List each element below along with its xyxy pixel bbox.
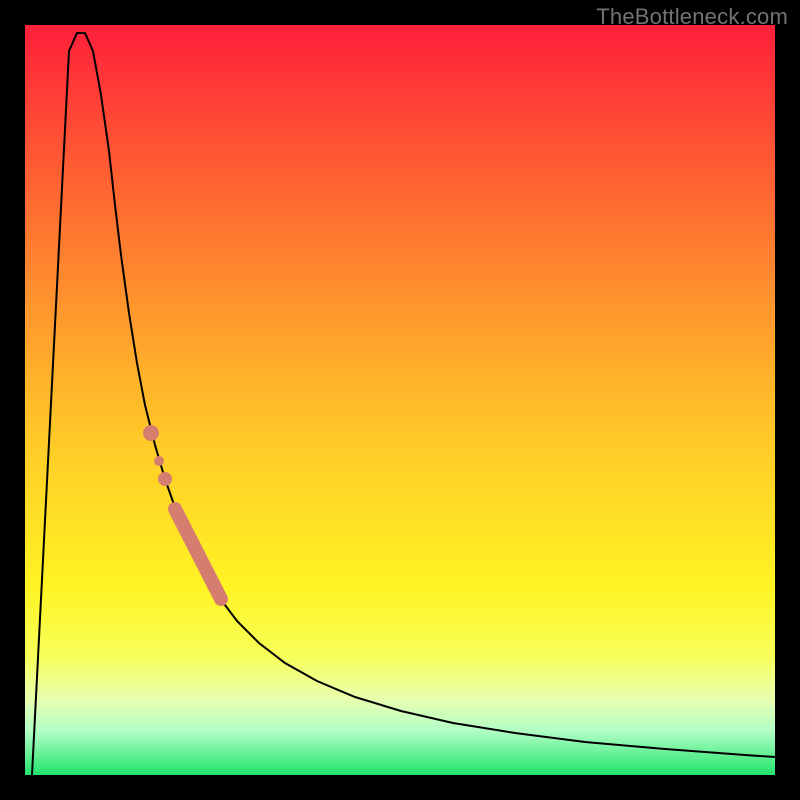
plot-area [25, 25, 775, 775]
chart-frame: TheBottleneck.com [0, 0, 800, 800]
chart-svg [25, 25, 775, 775]
highlight-dot-1 [158, 472, 172, 486]
highlight-segment [175, 509, 221, 599]
attribution-text: TheBottleneck.com [596, 4, 788, 30]
highlight-dot-3 [143, 425, 159, 441]
bottleneck-curve [32, 33, 775, 775]
highlight-dot-2 [154, 456, 164, 466]
